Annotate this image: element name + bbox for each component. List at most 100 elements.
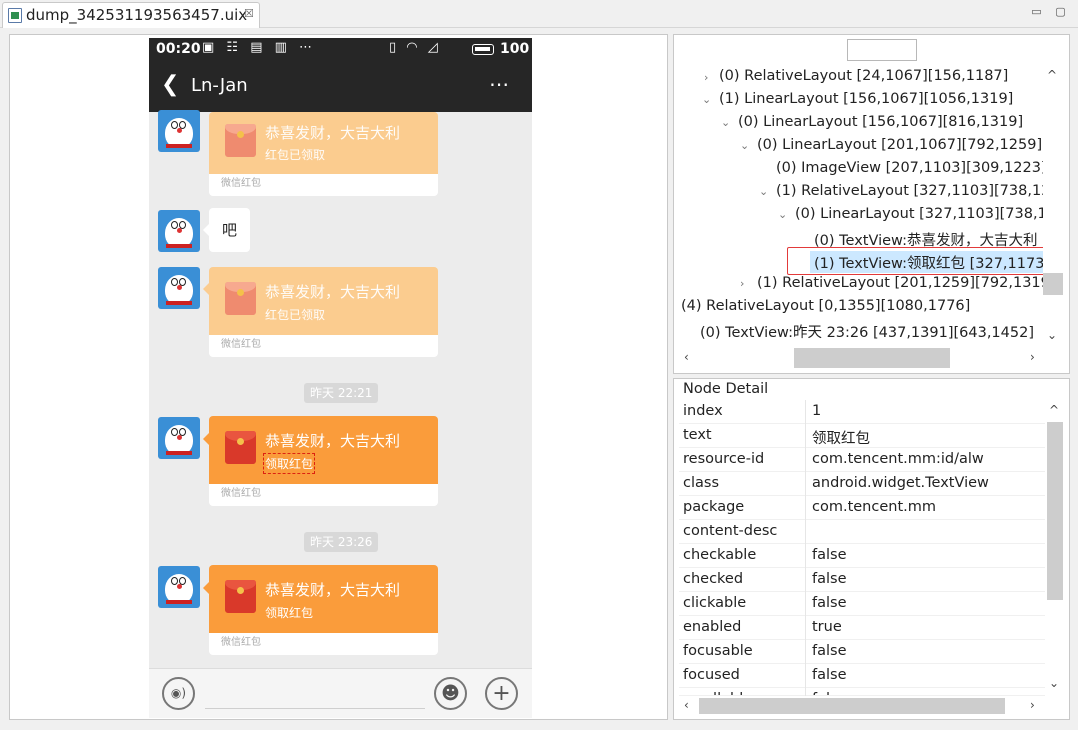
tree-horizontal-scrollbar[interactable]	[679, 348, 1043, 368]
detail-value[interactable]: false	[812, 643, 847, 659]
collapse-icon[interactable]: ⌄	[759, 185, 768, 198]
detail-value[interactable]: false	[812, 595, 847, 611]
detail-value[interactable]: com.tencent.mm:id/alw	[812, 451, 984, 467]
red-packet-message[interactable]: 恭喜发财，大吉大利 领取红包 微信红包	[209, 565, 438, 655]
detail-value[interactable]: true	[812, 619, 842, 635]
close-tab-icon[interactable]: ☒	[244, 7, 254, 20]
detail-row[interactable]: text 领取红包	[679, 424, 1045, 448]
scroll-up-icon[interactable]: ^	[1047, 68, 1057, 82]
red-packet-title: 恭喜发财，大吉大利	[265, 581, 401, 599]
minimize-icon[interactable]: ▭	[1030, 5, 1043, 18]
maximize-icon[interactable]: ▢	[1054, 5, 1067, 18]
chat-title: Ln-Jan	[191, 75, 248, 96]
tree-toolbar[interactable]	[847, 39, 917, 61]
avatar[interactable]	[158, 417, 200, 459]
scroll-thumb[interactable]	[794, 348, 950, 368]
detail-key: checkable	[683, 547, 757, 563]
emoji-icon[interactable]: ☻	[434, 677, 467, 710]
scroll-thumb[interactable]	[1043, 273, 1063, 295]
status-bar: 00:20 ▣ ☷ ▤ ▥ ⋯ ▯ ◠ ◿ 100	[149, 38, 532, 62]
detail-key: enabled	[683, 619, 742, 635]
tree-node[interactable]: (0) ImageView [207,1103][309,1223]	[776, 160, 1047, 176]
detail-key: class	[683, 475, 719, 491]
detail-vertical-scrollbar[interactable]	[1045, 400, 1065, 696]
plus-icon[interactable]: +	[485, 677, 518, 710]
red-packet-message[interactable]: 恭喜发财，大吉大利 领取红包 微信红包	[209, 416, 438, 506]
red-packet-footer: 微信红包	[209, 335, 438, 357]
scroll-down-icon[interactable]: ⌄	[1049, 676, 1059, 690]
detail-value[interactable]: 领取红包	[812, 427, 870, 448]
detail-value[interactable]: false	[812, 571, 847, 587]
voice-input-icon[interactable]: ◉)	[162, 677, 195, 710]
red-packet-message[interactable]: 恭喜发财，大吉大利 红包已领取 微信红包	[209, 267, 438, 357]
detail-value[interactable]: 1	[812, 403, 821, 419]
red-packet-status-highlighted: 领取红包	[262, 453, 316, 474]
tree-node[interactable]: (0) TextView:昨天 23:26 [437,1391][643,145…	[700, 321, 1034, 342]
detail-row[interactable]: content-desc	[679, 520, 1045, 544]
detail-row[interactable]: package com.tencent.mm	[679, 496, 1045, 520]
detail-key: clickable	[683, 595, 747, 611]
red-packet-title: 恭喜发财，大吉大利	[265, 124, 401, 142]
scroll-right-icon[interactable]: ›	[1030, 350, 1035, 364]
red-packet-icon	[225, 580, 256, 613]
avatar[interactable]	[158, 210, 200, 252]
detail-row[interactable]: resource-id com.tencent.mm:id/alw	[679, 448, 1045, 472]
detail-row[interactable]: clickable false	[679, 592, 1045, 616]
red-packet-icon	[225, 431, 256, 464]
red-packet-status: 红包已领取	[265, 148, 326, 162]
scroll-right-icon[interactable]: ›	[1030, 698, 1035, 712]
tree-node[interactable]: (0) LinearLayout [156,1067][816,1319]	[738, 114, 1023, 130]
collapse-icon[interactable]: ⌄	[778, 208, 787, 221]
node-detail-header: Node Detail	[683, 381, 769, 397]
text-message-bubble[interactable]: 吧	[209, 208, 250, 252]
detail-value[interactable]: android.widget.TextView	[812, 475, 989, 491]
editor-tab-title: dump_342531193563457.uix	[26, 6, 248, 24]
tree-node[interactable]: (4) RelativeLayout [0,1355][1080,1776]	[681, 298, 970, 314]
detail-key: content-desc	[683, 523, 778, 539]
scroll-thumb[interactable]	[699, 698, 1005, 714]
scroll-thumb[interactable]	[1047, 422, 1063, 600]
detail-row[interactable]: scrollablefalse	[679, 688, 1045, 696]
avatar[interactable]	[158, 566, 200, 608]
avatar[interactable]	[158, 267, 200, 309]
collapse-icon[interactable]: ⌄	[740, 139, 749, 152]
tree-node[interactable]: (0) LinearLayout [201,1067][792,1259]	[757, 137, 1042, 153]
detail-row[interactable]: checkable false	[679, 544, 1045, 568]
tree-vertical-scrollbar[interactable]	[1043, 66, 1063, 348]
expand-icon[interactable]: ›	[740, 277, 744, 290]
detail-key: index	[683, 403, 723, 419]
detail-row[interactable]: focusable false	[679, 640, 1045, 664]
detail-value[interactable]: false	[812, 547, 847, 563]
red-packet-title: 恭喜发财，大吉大利	[265, 432, 401, 450]
detail-horizontal-scrollbar[interactable]	[679, 696, 1045, 716]
detail-key: checked	[683, 571, 744, 587]
collapse-icon[interactable]: ⌄	[702, 93, 711, 106]
detail-key: package	[683, 499, 745, 515]
back-icon[interactable]: ❮	[161, 74, 179, 96]
detail-row[interactable]: index 1	[679, 400, 1045, 424]
scroll-left-icon[interactable]: ‹	[684, 698, 689, 712]
avatar[interactable]	[158, 110, 200, 152]
tree-node[interactable]: (0) LinearLayout [327,1103][738,12	[795, 206, 1056, 222]
detail-row[interactable]: focused false	[679, 664, 1045, 688]
scroll-up-icon[interactable]: ^	[1049, 403, 1059, 417]
collapse-icon[interactable]: ⌄	[721, 116, 730, 129]
tree-node[interactable]: (0) RelativeLayout [24,1067][156,1187]	[719, 68, 1008, 84]
red-packet-message[interactable]: 恭喜发财，大吉大利 红包已领取 微信红包	[209, 112, 438, 196]
detail-row[interactable]: enabled true	[679, 616, 1045, 640]
detail-row[interactable]: checked false	[679, 568, 1045, 592]
red-packet-footer: 微信红包	[209, 174, 438, 196]
scroll-down-icon[interactable]: ⌄	[1047, 328, 1057, 342]
tree-node[interactable]: (1) RelativeLayout [327,1103][738,12	[776, 183, 1050, 199]
more-icon[interactable]: ⋯	[489, 72, 510, 96]
tree-node[interactable]: (1) RelativeLayout [201,1259][792,1319]	[757, 275, 1056, 291]
tree-node[interactable]: (1) LinearLayout [156,1067][1056,1319]	[719, 91, 1013, 107]
detail-row[interactable]: class android.widget.TextView	[679, 472, 1045, 496]
editor-tab[interactable]: dump_342531193563457.uix ☒	[2, 2, 260, 28]
detail-value[interactable]: com.tencent.mm	[812, 499, 936, 515]
detail-value[interactable]: false	[812, 667, 847, 683]
text-input-underline	[205, 708, 425, 709]
expand-icon[interactable]: ›	[704, 71, 708, 84]
scroll-left-icon[interactable]: ‹	[684, 350, 689, 364]
detail-key: focused	[683, 667, 740, 683]
